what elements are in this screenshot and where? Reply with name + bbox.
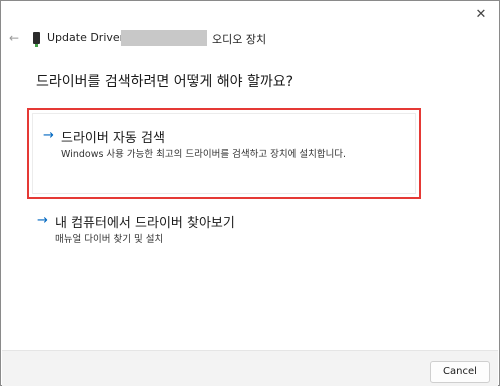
option-browse-computer[interactable]: → 내 컴퓨터에서 드라이버 찾아보기 매뉴얼 다이버 찾기 및 설치 xyxy=(27,209,421,251)
dialog-footer: Cancel xyxy=(2,350,498,386)
device-driver-icon xyxy=(33,32,40,47)
option-auto-search-description: Windows 사용 가능한 최고의 드라이버를 검색하고 장치에 설치합니다. xyxy=(61,149,347,160)
update-drivers-dialog: ✕ ← Update Drivers - 오디오 장치 드라이버를 검색하려면 … xyxy=(0,0,500,386)
option-browse-computer-title: 내 컴퓨터에서 드라이버 찾아보기 xyxy=(55,216,235,231)
dialog-title-suffix: 오디오 장치 xyxy=(212,33,267,46)
arrow-right-icon: → xyxy=(43,128,54,143)
option-auto-search[interactable]: → 드라이버 자동 검색 Windows 사용 가능한 최고의 드라이버를 검색… xyxy=(32,113,416,194)
close-icon[interactable]: ✕ xyxy=(473,7,489,23)
cancel-button[interactable]: Cancel xyxy=(430,361,490,383)
option-auto-search-title: 드라이버 자동 검색 xyxy=(61,131,165,146)
search-question-heading: 드라이버를 검색하려면 어떻게 해야 할까요? xyxy=(36,74,294,90)
dialog-header: ← Update Drivers - 오디오 장치 xyxy=(1,27,499,51)
redacted-device-name xyxy=(121,30,207,46)
option-browse-computer-description: 매뉴얼 다이버 찾기 및 설치 xyxy=(55,234,164,245)
back-arrow-icon[interactable]: ← xyxy=(9,31,19,45)
option-auto-search-highlight: → 드라이버 자동 검색 Windows 사용 가능한 최고의 드라이버를 검색… xyxy=(27,108,421,199)
arrow-right-icon: → xyxy=(37,213,48,228)
